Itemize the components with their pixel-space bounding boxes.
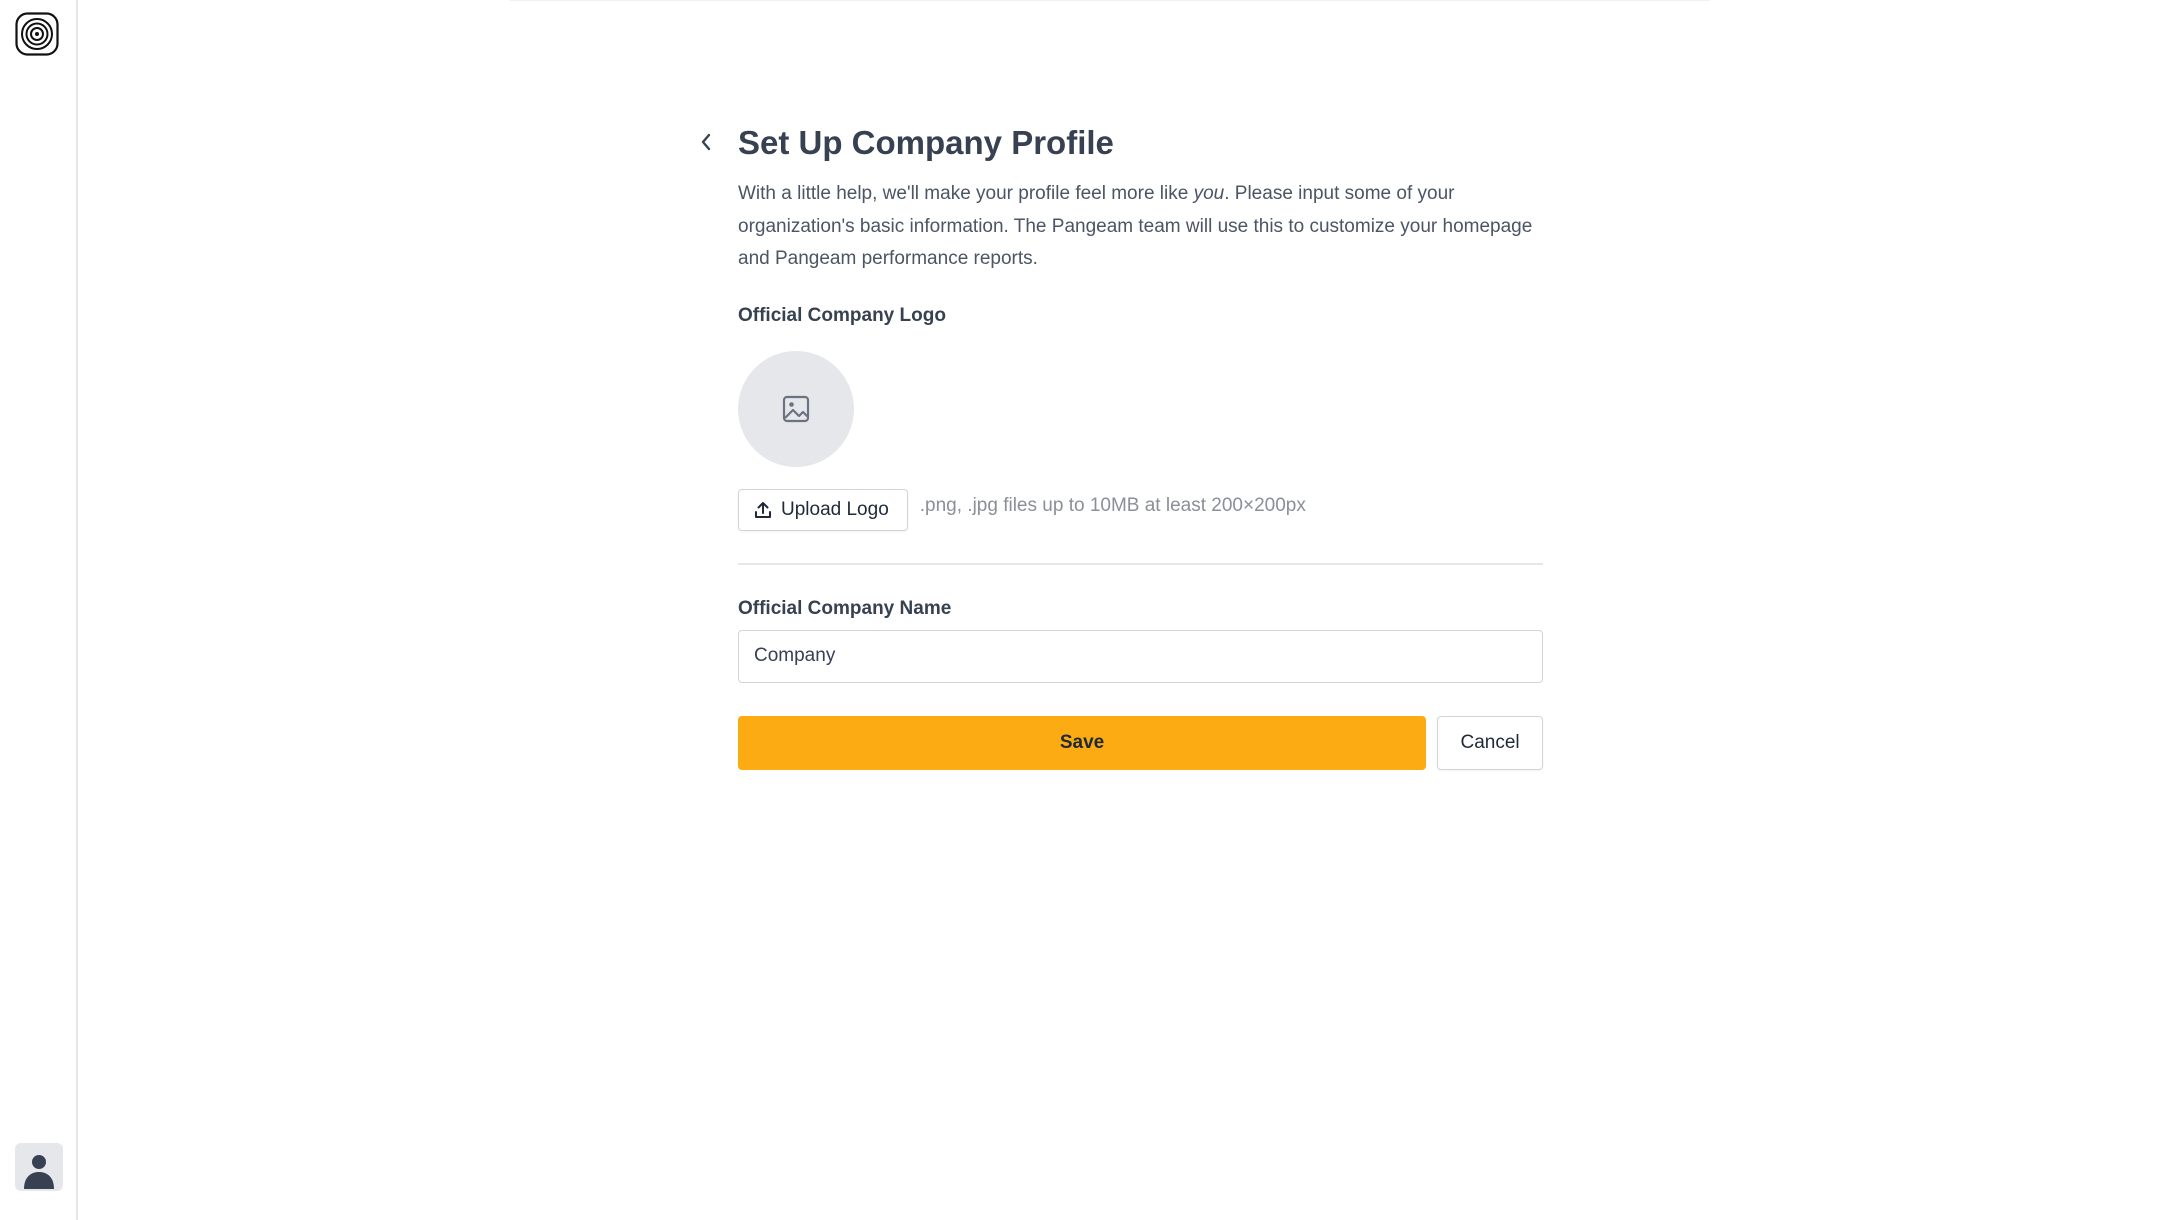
main-content: Set Up Company Profile With a little hel… xyxy=(738,118,1543,770)
chevron-left-icon xyxy=(701,133,711,151)
upload-icon xyxy=(755,501,771,518)
upload-hint: .png, .jpg files up to 10MB at least 200… xyxy=(919,494,1306,516)
save-button[interactable]: Save xyxy=(738,715,1427,770)
app-root: Set Up Company Profile With a little hel… xyxy=(0,0,2160,1220)
page-title: Set Up Company Profile xyxy=(738,124,1114,161)
cancel-button[interactable]: Cancel xyxy=(1437,715,1543,770)
back-button[interactable] xyxy=(692,128,720,156)
upload-logo-label: Upload Logo xyxy=(781,498,889,520)
description-text-start: With a little help, we'll make your prof… xyxy=(738,183,1194,204)
company-name-input[interactable] xyxy=(738,629,1543,683)
image-icon xyxy=(782,395,810,422)
user-avatar-icon[interactable] xyxy=(15,1143,63,1191)
description-emphasis: you xyxy=(1193,183,1225,204)
page-description: With a little help, we'll make your prof… xyxy=(738,178,1543,276)
section-divider xyxy=(738,562,1543,565)
logo-preview xyxy=(738,350,854,467)
form-actions: Save Cancel xyxy=(738,715,1543,770)
logo-section-label: Official Company Logo xyxy=(738,304,946,326)
top-divider xyxy=(510,0,1710,1)
upload-logo-button[interactable]: Upload Logo xyxy=(738,488,908,531)
company-name-label: Official Company Name xyxy=(738,597,952,619)
concentric-circles-logo-icon[interactable] xyxy=(15,12,59,56)
sidebar xyxy=(0,0,78,1220)
upload-row: Upload Logo .png, .jpg files up to 10MB … xyxy=(738,488,1543,531)
